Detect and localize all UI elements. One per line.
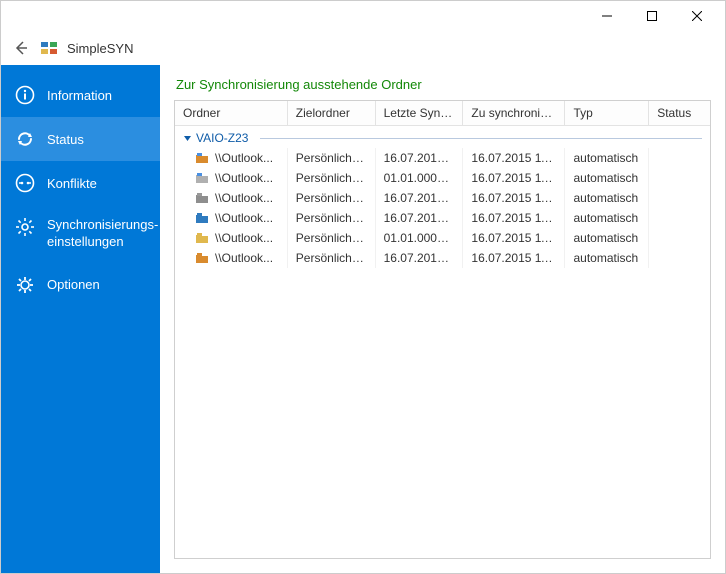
cell-ordner: \\Outlook... bbox=[215, 171, 273, 185]
sidebar-item-label: Optionen bbox=[47, 277, 146, 292]
folder-icon bbox=[195, 171, 209, 185]
sidebar-item-status[interactable]: Status bbox=[1, 117, 160, 161]
cell-typ: automatisch bbox=[565, 228, 649, 248]
cell-zusync: 16.07.2015 11:37 bbox=[463, 228, 565, 248]
cell-zusync: 16.07.2015 11:37 bbox=[463, 188, 565, 208]
maximize-button[interactable] bbox=[629, 2, 674, 30]
cell-zielordner: Persönliche... bbox=[287, 188, 375, 208]
gear-icon bbox=[15, 217, 35, 237]
conflicts-icon bbox=[15, 173, 35, 193]
col-letzte-sync[interactable]: Letzte Synch... bbox=[375, 101, 463, 126]
sidebar-item-konflikte[interactable]: Konflikte bbox=[1, 161, 160, 205]
folder-icon bbox=[195, 251, 209, 265]
sync-icon bbox=[15, 129, 35, 149]
sidebar-item-label: Konflikte bbox=[47, 176, 146, 191]
content-title: Zur Synchronisierung ausstehende Ordner bbox=[174, 77, 711, 92]
folder-icon bbox=[195, 191, 209, 205]
cell-ordner: \\Outlook... bbox=[215, 211, 273, 225]
minimize-button[interactable] bbox=[584, 2, 629, 30]
cell-typ: automatisch bbox=[565, 248, 649, 268]
cell-typ: automatisch bbox=[565, 168, 649, 188]
cell-ordner: \\Outlook... bbox=[215, 231, 273, 245]
cell-zielordner: Persönliche... bbox=[287, 208, 375, 228]
cell-status bbox=[649, 208, 710, 228]
sidebar-item-sync-settings[interactable]: Synchronisierungs- einstellungen bbox=[1, 205, 160, 263]
col-zu-synchronisieren[interactable]: Zu synchronisi... bbox=[463, 101, 565, 126]
table-row[interactable]: \\Outlook... Persönliche...01.01.0001 0..… bbox=[175, 168, 710, 188]
cell-letzte: 16.07.2015 1... bbox=[375, 148, 463, 168]
folder-icon bbox=[195, 231, 209, 245]
cell-zielordner: Persönliche... bbox=[287, 228, 375, 248]
sidebar-item-label: Status bbox=[47, 132, 146, 147]
cell-ordner: \\Outlook... bbox=[215, 191, 273, 205]
table-row[interactable]: \\Outlook... Persönliche...01.01.0001 0..… bbox=[175, 228, 710, 248]
cell-ordner: \\Outlook... bbox=[215, 151, 273, 165]
cell-status bbox=[649, 148, 710, 168]
table-group-row[interactable]: VAIO-Z23 bbox=[175, 126, 710, 149]
cell-status bbox=[649, 228, 710, 248]
col-ordner[interactable]: Ordner bbox=[175, 101, 287, 126]
cell-letzte: 01.01.0001 0... bbox=[375, 168, 463, 188]
col-zielordner[interactable]: Zielordner bbox=[287, 101, 375, 126]
cell-status bbox=[649, 248, 710, 268]
cell-typ: automatisch bbox=[565, 148, 649, 168]
folder-icon bbox=[195, 211, 209, 225]
table-row[interactable]: \\Outlook... Persönliche...16.07.2015 1..… bbox=[175, 208, 710, 228]
info-icon bbox=[15, 85, 35, 105]
cell-ordner: \\Outlook... bbox=[215, 251, 273, 265]
cell-letzte: 01.01.0001 0... bbox=[375, 228, 463, 248]
cell-zielordner: Persönliche... bbox=[287, 148, 375, 168]
table-header-row: Ordner Zielordner Letzte Synch... Zu syn… bbox=[175, 101, 710, 126]
cell-zusync: 16.07.2015 11:37 bbox=[463, 168, 565, 188]
cell-zielordner: Persönliche... bbox=[287, 248, 375, 268]
cell-zusync: 16.07.2015 11:37 bbox=[463, 208, 565, 228]
cell-zusync: 16.07.2015 11:37 bbox=[463, 248, 565, 268]
cell-typ: automatisch bbox=[565, 208, 649, 228]
content-pane: Zur Synchronisierung ausstehende Ordner … bbox=[160, 65, 725, 573]
close-button[interactable] bbox=[674, 2, 719, 30]
sync-table: Ordner Zielordner Letzte Synch... Zu syn… bbox=[175, 101, 710, 268]
sidebar-item-label: Synchronisierungs- einstellungen bbox=[47, 217, 158, 251]
cell-typ: automatisch bbox=[565, 188, 649, 208]
table-row[interactable]: \\Outlook... Persönliche...16.07.2015 1..… bbox=[175, 188, 710, 208]
window-titlebar bbox=[1, 1, 725, 31]
cell-letzte: 16.07.2015 1... bbox=[375, 248, 463, 268]
options-icon bbox=[15, 275, 35, 295]
group-label: VAIO-Z23 bbox=[196, 131, 248, 145]
col-typ[interactable]: Typ bbox=[565, 101, 649, 126]
table-row[interactable]: \\Outlook... Persönliche...16.07.2015 1..… bbox=[175, 248, 710, 268]
cell-letzte: 16.07.2015 1... bbox=[375, 188, 463, 208]
app-header: SimpleSYN bbox=[1, 31, 725, 65]
back-button[interactable] bbox=[11, 38, 31, 58]
table-row[interactable]: \\Outlook... Persönliche...16.07.2015 1..… bbox=[175, 148, 710, 168]
col-status[interactable]: Status bbox=[649, 101, 710, 126]
sidebar-item-optionen[interactable]: Optionen bbox=[1, 263, 160, 307]
cell-zusync: 16.07.2015 11:37 bbox=[463, 148, 565, 168]
app-title: SimpleSYN bbox=[67, 41, 133, 56]
sidebar: Information Status Konflikte Synchronisi… bbox=[1, 65, 160, 573]
sidebar-item-label: Information bbox=[47, 88, 146, 103]
cell-status bbox=[649, 188, 710, 208]
cell-status bbox=[649, 168, 710, 188]
cell-letzte: 16.07.2015 1... bbox=[375, 208, 463, 228]
folder-icon bbox=[195, 151, 209, 165]
sidebar-item-information[interactable]: Information bbox=[1, 73, 160, 117]
app-icon bbox=[41, 40, 57, 56]
grid-container: Ordner Zielordner Letzte Synch... Zu syn… bbox=[174, 100, 711, 559]
collapse-icon bbox=[183, 134, 192, 143]
cell-zielordner: Persönliche... bbox=[287, 168, 375, 188]
main-area: Information Status Konflikte Synchronisi… bbox=[1, 65, 725, 573]
